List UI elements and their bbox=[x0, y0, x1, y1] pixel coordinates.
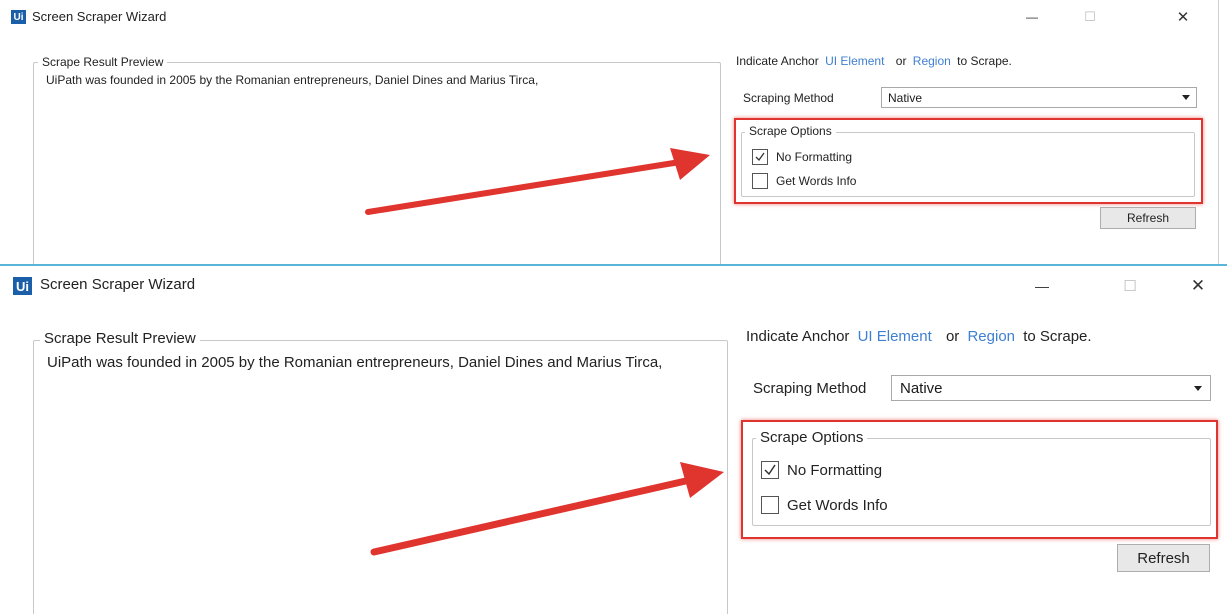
maximize-icon: ☐ bbox=[1084, 9, 1096, 24]
minimize-button[interactable]: — bbox=[1020, 266, 1064, 306]
indicate-anchor-line: Indicate Anchor UI Element or Region to … bbox=[736, 54, 1012, 68]
highlight-box bbox=[741, 420, 1218, 539]
close-icon: ✕ bbox=[1190, 276, 1206, 295]
close-button[interactable]: ✕ bbox=[1176, 266, 1220, 306]
close-button[interactable]: ✕ bbox=[1163, 0, 1203, 34]
region-link[interactable]: Region bbox=[967, 328, 1015, 345]
or-label: or bbox=[945, 328, 960, 345]
chevron-down-icon bbox=[1194, 385, 1202, 391]
maximize-button[interactable]: ☐ bbox=[1108, 266, 1152, 306]
minimize-button[interactable]: — bbox=[1012, 0, 1052, 34]
refresh-button[interactable]: Refresh bbox=[1117, 544, 1210, 572]
screen-scraper-window-bottom: Ui Screen Scraper Wizard — ☐ ✕ Scrape Re… bbox=[0, 266, 1227, 614]
maximize-button[interactable]: ☐ bbox=[1070, 0, 1110, 34]
scraping-method-select[interactable]: Native bbox=[891, 375, 1211, 401]
scraping-method-select[interactable]: Native bbox=[881, 87, 1197, 108]
ui-element-link[interactable]: UI Element bbox=[825, 54, 884, 68]
indicate-anchor-label: Indicate Anchor bbox=[746, 328, 850, 345]
minimize-icon: — bbox=[1035, 278, 1049, 294]
to-scrape-label: to Scrape. bbox=[1023, 328, 1092, 345]
minimize-icon: — bbox=[1026, 10, 1038, 24]
screen-scraper-window-top: Ui Screen Scraper Wizard — ☐ ✕ Scrape Re… bbox=[0, 0, 1219, 266]
scraping-method-value: Native bbox=[888, 90, 923, 105]
or-label: or bbox=[895, 54, 907, 68]
red-arrow-icon bbox=[365, 148, 710, 215]
region-link[interactable]: Region bbox=[913, 54, 951, 68]
highlight-box bbox=[734, 118, 1203, 204]
scraping-method-label: Scraping Method bbox=[753, 380, 867, 397]
close-icon: ✕ bbox=[1176, 9, 1190, 26]
red-arrow-icon bbox=[370, 462, 724, 556]
scraping-method-value: Native bbox=[900, 379, 943, 397]
maximize-icon: ☐ bbox=[1123, 278, 1137, 295]
ui-element-link[interactable]: UI Element bbox=[858, 328, 932, 345]
to-scrape-label: to Scrape. bbox=[957, 54, 1012, 68]
refresh-button[interactable]: Refresh bbox=[1100, 207, 1196, 229]
chevron-down-icon bbox=[1182, 95, 1190, 100]
indicate-anchor-line: Indicate Anchor UI Element or Region to … bbox=[746, 328, 1092, 345]
